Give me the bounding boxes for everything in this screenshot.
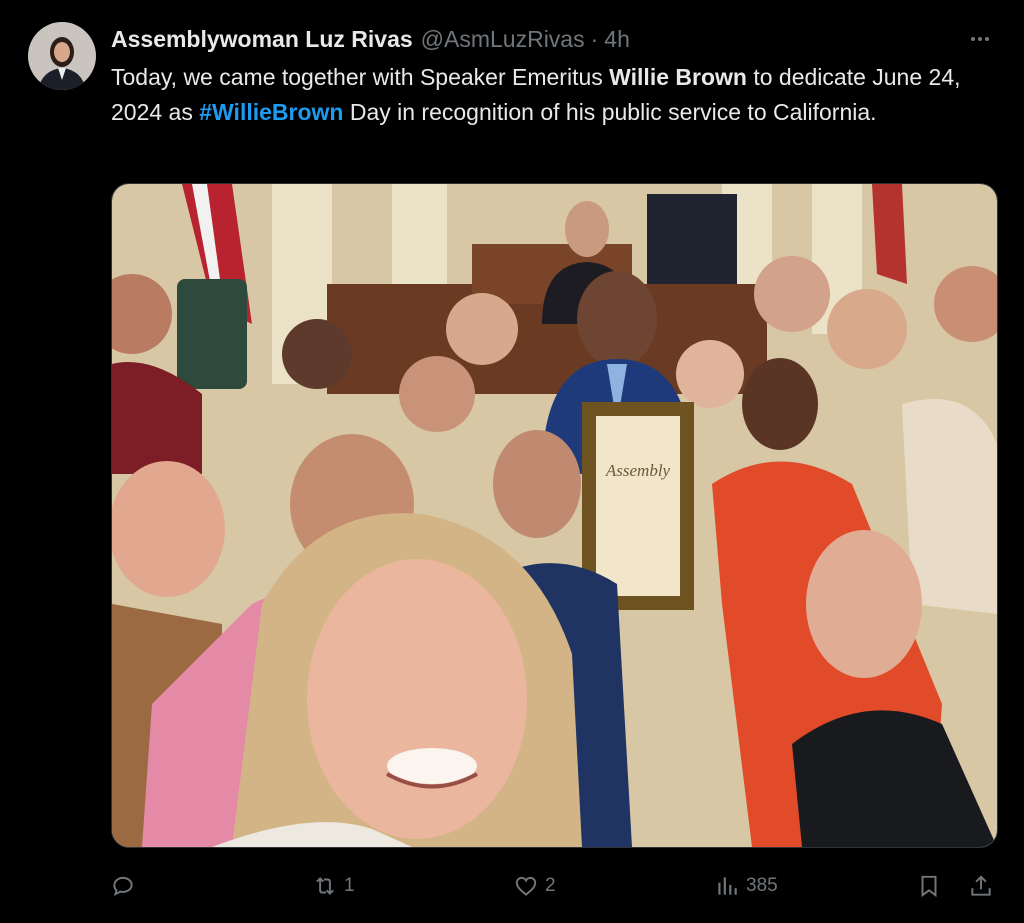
timestamp[interactable]: 4h [604, 26, 630, 53]
mention-willie-brown: Willie Brown [609, 64, 747, 90]
author-avatar[interactable] [28, 22, 96, 90]
like-button[interactable]: 2 [513, 870, 556, 902]
share-button[interactable] [968, 870, 994, 902]
group-selfie-image: Assembly [112, 184, 997, 847]
author-handle[interactable]: @AsmLuzRivas [421, 26, 585, 53]
repost-icon [316, 877, 334, 895]
share-icon [971, 875, 991, 896]
repost-count: 1 [344, 875, 355, 896]
hashtag-link[interactable]: #WillieBrown [199, 99, 343, 125]
like-count: 2 [545, 875, 556, 896]
tweet-photo[interactable]: Assembly [111, 183, 998, 848]
tweet-actions: 1 2 385 [0, 860, 1024, 912]
tweet: Assemblywoman Luz Rivas @AsmLuzRivas · 4… [0, 0, 1024, 923]
repost-button[interactable]: 1 [312, 870, 355, 902]
bookmark-icon [921, 875, 937, 898]
views-icon [718, 877, 737, 895]
bookmark-button[interactable] [916, 870, 942, 902]
like-icon [515, 876, 537, 896]
author-name[interactable]: Assemblywoman Luz Rivas [111, 26, 413, 53]
tweet-text-part3: Day in recognition of his public service… [343, 99, 877, 125]
more-icon[interactable] [960, 26, 1000, 52]
reply-icon [113, 876, 133, 896]
reply-button[interactable] [110, 870, 142, 902]
tweet-text: Today, we came together with Speaker Eme… [111, 60, 991, 130]
plaque-text: Assembly [605, 461, 671, 480]
views-button[interactable]: 385 [714, 870, 778, 902]
tweet-text-part1: Today, we came together with Speaker Eme… [111, 64, 610, 90]
tweet-header: Assemblywoman Luz Rivas @AsmLuzRivas · 4… [111, 24, 630, 54]
separator: · [590, 25, 599, 52]
views-count: 385 [746, 875, 778, 896]
